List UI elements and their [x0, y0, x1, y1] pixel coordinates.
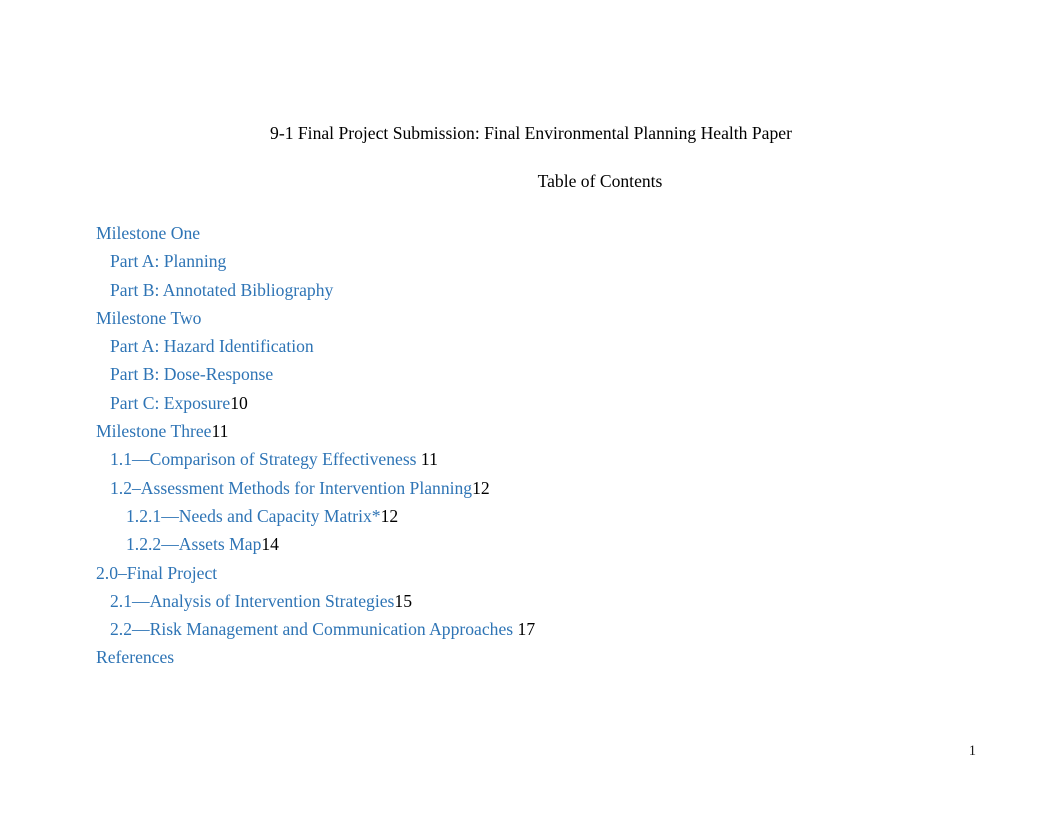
toc-entry-page-number: 14 [261, 534, 279, 555]
toc-entry[interactable]: Part C: Exposure10 [96, 389, 976, 417]
toc-entry[interactable]: Milestone Two [96, 304, 976, 332]
toc-entry[interactable]: 2.1—Analysis of Intervention Strategies1… [96, 587, 976, 615]
toc-entry[interactable]: Milestone One [96, 219, 976, 247]
toc-entry-page-number: 12 [380, 505, 399, 526]
toc-entry[interactable]: 2.0–Final Project [96, 559, 976, 587]
toc-heading: Table of Contents [0, 169, 1062, 193]
toc-entry-page-number: 11 [416, 449, 438, 470]
toc-entry[interactable]: 1.2–Assessment Methods for Intervention … [96, 474, 976, 502]
toc-entry[interactable]: Part A: Hazard Identification [96, 332, 976, 360]
toc-entry-label[interactable]: Part B: Dose-Response [110, 364, 273, 384]
page-title: 9-1 Final Project Submission: Final Envi… [0, 121, 1062, 145]
toc-entry[interactable]: Part B: Annotated Bibliography [96, 276, 976, 304]
toc-entry[interactable]: 2.2—Risk Management and Communication Ap… [96, 615, 976, 643]
toc-entry-page-number: 11 [211, 421, 229, 442]
toc-entry-page-number: 15 [394, 590, 412, 611]
toc-entry-page-number: 12 [472, 477, 490, 498]
toc-entry-label[interactable]: Milestone One [96, 223, 200, 243]
toc-entry-label[interactable]: 1.1—Comparison of Strategy Effectiveness [110, 449, 417, 469]
toc-entry-label[interactable]: 2.1—Analysis of Intervention Strategies [110, 591, 394, 611]
toc-heading-text: Table of Contents [537, 171, 663, 191]
toc-entry-page-number: 10 [230, 392, 248, 413]
document-page: 9-1 Final Project Submission: Final Envi… [0, 0, 1062, 822]
toc-entry-label[interactable]: Part B: Annotated Bibliography [110, 280, 333, 300]
toc-entry-label[interactable]: 1.2–Assessment Methods for Intervention … [110, 478, 472, 498]
toc-entry-page-number: 17 [513, 619, 536, 640]
toc-entry-label[interactable]: Part C: Exposure [110, 393, 230, 413]
table-of-contents: Milestone One Part A: Planning Part B: Ann… [96, 219, 976, 672]
toc-entry[interactable]: References [96, 643, 976, 671]
toc-entry-label[interactable]: Part A: Planning [110, 251, 226, 271]
toc-entry[interactable]: Part A: Planning [96, 247, 976, 275]
toc-entry-label[interactable]: 2.0–Final Project [96, 563, 217, 583]
page-title-text: 9-1 Final Project Submission: Final Envi… [270, 123, 792, 143]
toc-entry[interactable]: 1.2.1—Needs and Capacity Matrix*12 [96, 502, 976, 530]
toc-entry[interactable]: 1.1—Comparison of Strategy Effectiveness… [96, 445, 976, 473]
toc-entry-label[interactable]: 1.2.2—Assets Map [126, 534, 261, 554]
toc-entry-label[interactable]: Milestone Two [96, 308, 201, 328]
toc-entry[interactable]: Milestone Three11 [96, 417, 976, 445]
footer-page-number: 1 [968, 743, 976, 759]
toc-entry-label[interactable]: 1.2.1—Needs and Capacity Matrix* [126, 506, 381, 526]
toc-entry[interactable]: Part B: Dose-Response [96, 360, 976, 388]
toc-entry-label[interactable]: Part A: Hazard Identification [110, 336, 314, 356]
toc-entry[interactable]: 1.2.2—Assets Map14 [96, 530, 976, 558]
toc-entry-label[interactable]: Milestone Three [96, 421, 211, 441]
toc-entry-label[interactable]: References [96, 647, 174, 667]
toc-entry-label[interactable]: 2.2—Risk Management and Communication Ap… [110, 619, 513, 639]
